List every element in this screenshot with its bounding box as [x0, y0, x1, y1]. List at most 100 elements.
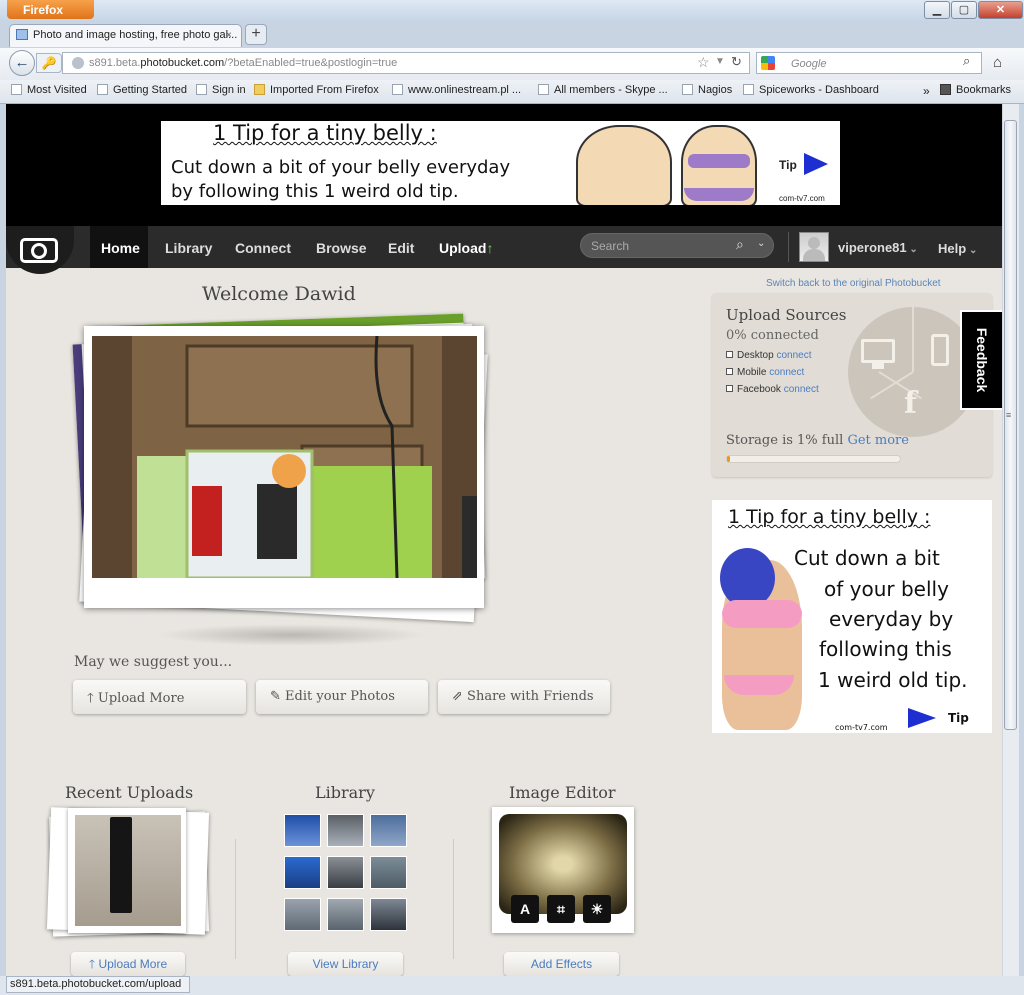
- connect-desktop-link[interactable]: connect: [776, 350, 811, 361]
- home-icon[interactable]: ⌂: [993, 54, 1002, 71]
- library-thumb[interactable]: [284, 856, 321, 889]
- bookmark-star-icon[interactable]: ☆: [697, 54, 710, 71]
- add-effects-button[interactable]: Add Effects: [504, 952, 619, 976]
- bookmark-onlinestream[interactable]: www.onlinestream.pl ...: [392, 84, 521, 96]
- reload-icon[interactable]: ↻: [731, 54, 742, 70]
- library-thumb[interactable]: [284, 814, 321, 847]
- search-icon[interactable]: ⌕: [736, 236, 744, 253]
- get-more-link[interactable]: Get more: [847, 433, 909, 448]
- bookmark-nagios[interactable]: Nagios: [682, 84, 732, 96]
- help-menu[interactable]: Help ⌄: [938, 241, 977, 256]
- tab-close-icon[interactable]: ×: [226, 30, 232, 41]
- bookmark-skype[interactable]: All members - Skype ...: [538, 84, 668, 96]
- ad-line-2: by following this 1 weird old tip.: [171, 181, 459, 202]
- maximize-button[interactable]: ▢: [951, 1, 977, 19]
- nav-edit[interactable]: Edit: [388, 240, 414, 256]
- page-icon: [682, 84, 693, 95]
- avatar-head-icon: [808, 237, 820, 249]
- page-content: 1 Tip for a tiny belly : Cut down a bit …: [6, 104, 1002, 976]
- firefox-menu-button[interactable]: Firefox: [7, 0, 94, 19]
- connect-facebook-link[interactable]: connect: [784, 384, 819, 395]
- recent-uploads-title: Recent Uploads: [65, 783, 194, 802]
- search-options-chevron-icon[interactable]: ⌄: [757, 238, 765, 249]
- ad-headline: 1 Tip for a tiny belly :: [213, 121, 437, 145]
- search-engine-input[interactable]: Google: [756, 52, 982, 74]
- section-divider: [235, 839, 236, 959]
- photo-shadow: [156, 624, 426, 646]
- side-ad-domain: com-tv7.com: [835, 723, 888, 732]
- nav-library[interactable]: Library: [165, 240, 212, 256]
- view-library-button[interactable]: View Library: [288, 952, 403, 976]
- share-with-friends-button[interactable]: ⇗ Share with Friends: [438, 680, 610, 714]
- featured-photo[interactable]: [92, 336, 477, 578]
- side-ad-line-1: Cut down a bit: [794, 546, 940, 570]
- edit-icon: ✎: [270, 689, 281, 704]
- pie-divider: [912, 307, 914, 372]
- bookmarks-overflow-chevron[interactable]: »: [923, 84, 930, 98]
- section-divider: [453, 839, 454, 959]
- checkbox-icon: [726, 385, 733, 392]
- top-ad-banner[interactable]: 1 Tip for a tiny belly : Cut down a bit …: [161, 121, 840, 205]
- bookmarks-menu[interactable]: Bookmarks: [940, 84, 1011, 96]
- nav-browse[interactable]: Browse: [316, 240, 367, 256]
- bookmark-imported[interactable]: Imported From Firefox: [254, 84, 379, 96]
- nav-connect[interactable]: Connect: [235, 240, 291, 256]
- side-ad-banner[interactable]: 1 Tip for a tiny belly : Cut down a bit …: [712, 500, 992, 733]
- recent-upload-more-button[interactable]: 🡑 Upload More: [71, 952, 185, 976]
- google-logo-icon[interactable]: [761, 56, 775, 70]
- text-tool-icon[interactable]: A: [511, 895, 539, 923]
- bookmark-getting-started[interactable]: Getting Started: [97, 84, 187, 96]
- mobile-phone-icon[interactable]: [931, 334, 949, 366]
- bookmark-spiceworks[interactable]: Spiceworks - Dashboard: [743, 84, 879, 96]
- library-thumb[interactable]: [370, 814, 407, 847]
- library-thumb[interactable]: [327, 898, 364, 931]
- brightness-tool-icon[interactable]: ☀: [583, 895, 611, 923]
- page-icon: [392, 84, 403, 95]
- source-facebook: Facebook connect: [726, 384, 819, 395]
- side-ad-illustration-hair: [720, 548, 775, 608]
- edit-photos-button[interactable]: ✎ Edit your Photos: [256, 680, 428, 714]
- photobucket-search-input[interactable]: Search: [580, 233, 774, 258]
- minimize-button[interactable]: ▁: [924, 1, 950, 19]
- site-identity-icon[interactable]: 🔑: [36, 53, 62, 73]
- nav-upload[interactable]: Upload↑: [439, 240, 493, 256]
- search-magnifier-icon[interactable]: ⌕: [963, 53, 970, 69]
- library-thumb[interactable]: [284, 898, 321, 931]
- feedback-label[interactable]: Feedback: [974, 328, 990, 393]
- url-bar[interactable]: s891.beta.photobucket.com/?betaEnabled=t…: [62, 52, 750, 74]
- browser-tab[interactable]: Photo and image hosting, free photo gal.…: [9, 24, 242, 47]
- facebook-icon[interactable]: f: [904, 386, 917, 421]
- ad-illustration-detail: [684, 188, 754, 201]
- featured-photo-image: [92, 336, 477, 578]
- globe-icon: [72, 57, 84, 69]
- url-dropdown-icon[interactable]: ▼: [715, 56, 725, 67]
- recent-upload-thumb[interactable]: [75, 815, 181, 926]
- connect-mobile-link[interactable]: connect: [769, 367, 804, 378]
- library-thumb[interactable]: [327, 814, 364, 847]
- tab-title: Photo and image hosting, free photo gal.…: [33, 29, 238, 41]
- switch-back-link[interactable]: Switch back to the original Photobucket: [766, 278, 941, 289]
- new-tab-button[interactable]: +: [245, 24, 267, 45]
- library-thumb[interactable]: [327, 856, 364, 889]
- image-editor-title: Image Editor: [509, 783, 616, 802]
- user-menu[interactable]: viperone81 ⌄: [838, 240, 918, 255]
- nav-home[interactable]: Home: [101, 240, 140, 256]
- desktop-monitor-icon[interactable]: [861, 339, 895, 363]
- nav-divider: [788, 232, 789, 262]
- camera-lens-icon: [31, 243, 47, 259]
- bookmark-most-visited[interactable]: Most Visited: [11, 84, 87, 96]
- scrollbar-thumb[interactable]: [1004, 120, 1017, 730]
- favicon-icon: [16, 29, 28, 40]
- library-thumb[interactable]: [370, 898, 407, 931]
- side-ad-illustration-detail: [724, 675, 794, 695]
- upload-more-button[interactable]: 🡑 Upload More: [73, 680, 246, 714]
- back-button[interactable]: ←: [9, 50, 35, 76]
- crop-tool-icon[interactable]: ⌗: [547, 895, 575, 923]
- close-window-button[interactable]: ✕: [978, 1, 1023, 19]
- bookmark-sign-in[interactable]: Sign in: [196, 84, 246, 96]
- library-thumb[interactable]: [370, 856, 407, 889]
- checkbox-icon: [726, 368, 733, 375]
- ad-arrow-icon: [804, 153, 828, 175]
- avatar-body-icon: [803, 249, 825, 261]
- source-mobile: Mobile connect: [726, 367, 804, 378]
